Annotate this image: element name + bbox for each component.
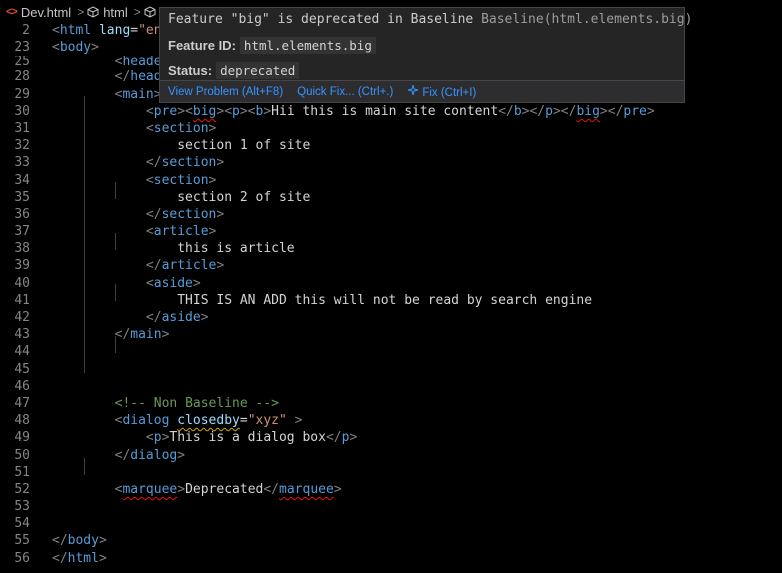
code-line: 37 <article> — [0, 223, 782, 240]
hover-tooltip: Feature "big" is deprecated in Baseline … — [159, 7, 692, 103]
line-number: 47 — [14, 395, 30, 411]
line-number: 54 — [14, 516, 30, 532]
status-label: Status: — [168, 63, 213, 78]
chevron-right-icon: > — [77, 5, 85, 19]
code-line: 39 </article> — [0, 257, 782, 274]
breadcrumb-file-label: Dev.html — [20, 4, 72, 20]
line-number: 36 — [14, 206, 30, 222]
line-number: 44 — [14, 344, 30, 360]
deprecated-big-tag[interactable]: big — [193, 104, 216, 119]
attr-name[interactable]: closedby — [177, 413, 240, 428]
status-value: deprecated — [216, 62, 300, 79]
line-number: 42 — [14, 310, 30, 325]
hover-title-text: Feature "big" is deprecated in Baseline — [168, 12, 474, 27]
code-line: 33 </section> — [0, 154, 782, 171]
code-text: section 2 of site — [177, 189, 311, 205]
deprecated-marquee-tag[interactable]: marquee — [122, 482, 177, 497]
code-line: 47 <!-- Non Baseline --> — [0, 395, 782, 412]
line-number: 46 — [14, 378, 30, 394]
code-comment: <!-- Non Baseline --> — [114, 395, 279, 411]
hover-title-source: Baseline(html.elements.big) — [481, 12, 693, 27]
code-line: 34 <section> — [0, 172, 782, 189]
breadcrumb-item-html[interactable]: html — [87, 5, 128, 20]
code-text: THIS IS AN ADD this will not be read by … — [177, 292, 593, 308]
feature-id-label: Feature ID: — [168, 38, 236, 53]
breadcrumb-html-label: html — [103, 4, 128, 20]
feature-id-row: Feature ID: html.elements.big — [168, 37, 376, 54]
line-number: 55 — [14, 533, 30, 549]
code-line: 32 section 1 of site — [0, 137, 782, 154]
line-number: 25 — [14, 56, 30, 69]
code-line: 45 — [0, 361, 782, 378]
code-line: 56 </html> — [0, 550, 782, 567]
code-line: 50 </dialog> — [0, 447, 782, 464]
symbol-element-icon — [87, 6, 99, 18]
chevron-right-icon: > — [133, 5, 141, 19]
code-line: 42 </aside> — [0, 309, 782, 326]
code-line: 46 — [0, 378, 782, 395]
code-text: this is article — [177, 241, 295, 257]
code-line: 55 </body> — [0, 532, 782, 549]
code-line: 36 </section> — [0, 206, 782, 223]
feature-id-value: html.elements.big — [239, 37, 376, 54]
code-line: 51 — [0, 464, 782, 481]
line-number: 43 — [14, 327, 30, 343]
breadcrumb-item-file[interactable]: <> Dev.html — [6, 5, 71, 20]
code-line: 35 section 2 of site — [0, 189, 782, 206]
code-editor[interactable]: 2<html lang="en 23<body> 25 <header> 28 … — [0, 22, 782, 567]
line-number: 51 — [14, 464, 30, 480]
code-line: 44 — [0, 343, 782, 360]
line-number: 49 — [14, 430, 30, 446]
html-file-icon: <> — [6, 6, 18, 18]
code-text: This is a dialog box — [169, 430, 326, 446]
line-number: 37 — [14, 224, 30, 240]
line-number: 32 — [14, 138, 30, 154]
line-number: 48 — [14, 413, 30, 429]
fix-link[interactable]: Fix (Ctrl+I) — [407, 84, 476, 99]
line-number: 45 — [14, 361, 30, 377]
code-line: 30 <pre><big><p><b>Hii this is main site… — [0, 103, 782, 120]
hover-title: Feature "big" is deprecated in Baseline … — [168, 12, 692, 27]
line-number: 31 — [14, 120, 30, 136]
line-number: 53 — [14, 499, 30, 515]
code-line: 31 <section> — [0, 120, 782, 137]
line-number: 39 — [14, 258, 30, 274]
line-number: 41 — [14, 292, 30, 308]
line-number: 35 — [14, 189, 30, 205]
line-number: 23 — [14, 40, 30, 56]
quick-fix-link[interactable]: Quick Fix... (Ctrl+.) — [297, 86, 393, 98]
line-number: 28 — [14, 69, 30, 85]
line-number: 50 — [14, 447, 30, 463]
code-line: 38 this is article — [0, 240, 782, 257]
code-line: 53 — [0, 498, 782, 515]
breadcrumb-item-body[interactable] — [144, 6, 156, 18]
line-number: 56 — [14, 550, 30, 566]
symbol-element-icon — [144, 6, 156, 18]
line-number: 30 — [14, 103, 30, 119]
view-problem-link[interactable]: View Problem (Alt+F8) — [168, 86, 283, 98]
code-text: Deprecated — [185, 481, 264, 497]
attr-name: lang — [98, 23, 131, 38]
line-number: 2 — [22, 23, 30, 38]
sparkle-icon — [408, 84, 419, 96]
attr-value: "xyz" — [247, 413, 287, 429]
code-text: section 1 of site — [177, 138, 311, 154]
status-row: Status: deprecated — [168, 62, 300, 79]
code-line: 48 <dialog closedby="xyz" > — [0, 412, 782, 429]
fix-link-label: Fix (Ctrl+I) — [422, 87, 477, 99]
line-number: 52 — [14, 481, 30, 497]
code-line: 41 THIS IS AN ADD this will not be read … — [0, 292, 782, 309]
code-text: Hii this is main site content — [271, 103, 499, 119]
code-line: 52 <marquee>Deprecated</marquee> — [0, 481, 782, 498]
line-number: 38 — [14, 241, 30, 257]
code-line: 40 <aside> — [0, 275, 782, 292]
code-line: 49 <p>This is a dialog box</p> — [0, 429, 782, 446]
line-number: 29 — [14, 86, 30, 102]
line-number: 40 — [14, 275, 30, 291]
code-line: 54 — [0, 515, 782, 532]
line-number: 34 — [14, 172, 30, 188]
code-line: 43 </main> — [0, 326, 782, 343]
hover-actions: View Problem (Alt+F8) Quick Fix... (Ctrl… — [160, 80, 684, 102]
line-number: 33 — [14, 155, 30, 171]
